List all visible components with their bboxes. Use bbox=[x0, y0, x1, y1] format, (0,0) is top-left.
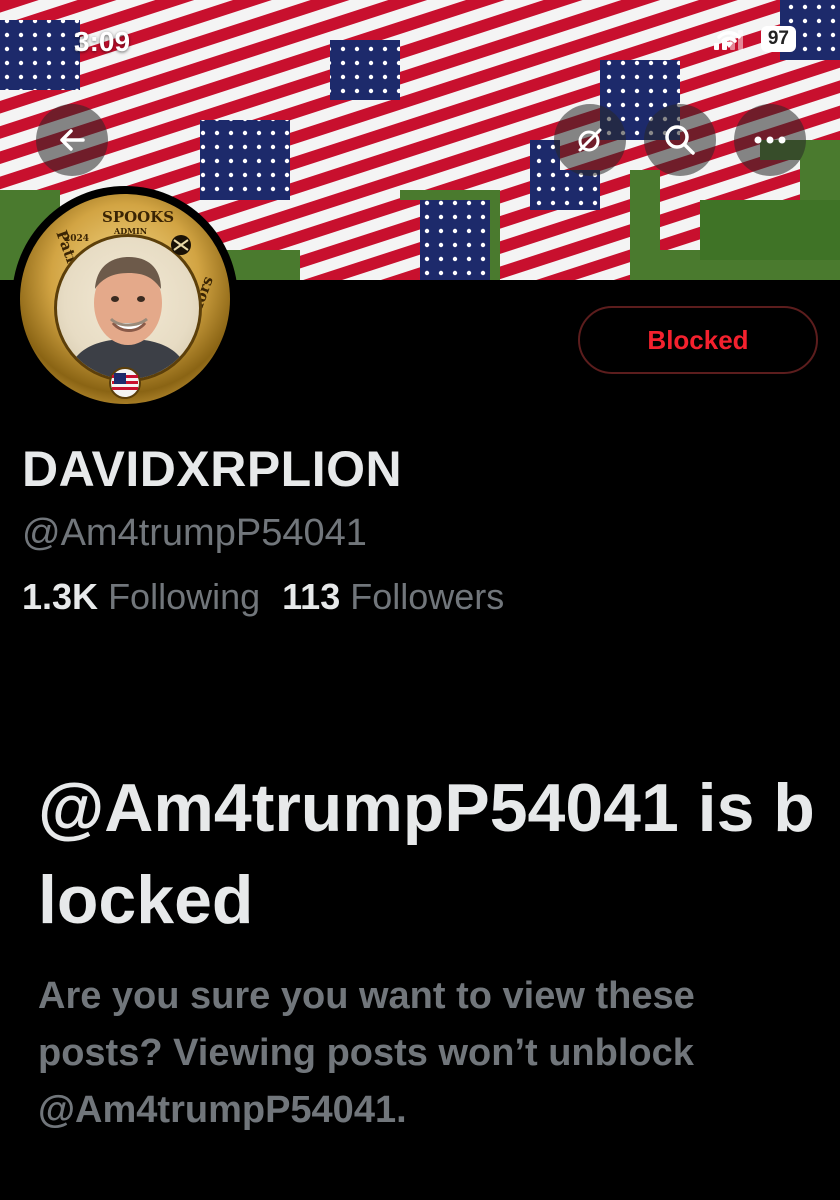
status-bar: 3:09 97 bbox=[0, 0, 840, 80]
avatar[interactable]: SPOOKS ADMIN 2024 Patriot Warriors Patri… bbox=[12, 186, 238, 412]
us-flag-badge-icon bbox=[109, 367, 141, 399]
crossed-pistols-icon bbox=[171, 235, 191, 255]
avatar-ring: SPOOKS ADMIN 2024 Patriot Warriors Patri… bbox=[20, 194, 230, 404]
following-label: Following bbox=[108, 576, 261, 617]
followers-link[interactable]: 113 Followers bbox=[282, 576, 504, 618]
search-button[interactable] bbox=[644, 104, 716, 176]
followers-label: Followers bbox=[350, 576, 505, 617]
profile-handle: @Am4trumpP54041 bbox=[22, 512, 367, 554]
search-icon bbox=[665, 125, 695, 155]
more-icon bbox=[754, 136, 786, 144]
battery-icon: 97 bbox=[760, 26, 796, 52]
display-name: DAVIDXRPLION bbox=[22, 441, 403, 497]
following-link[interactable]: 1.3K Following bbox=[22, 576, 260, 618]
back-button[interactable] bbox=[36, 104, 108, 176]
follow-stats: 1.3K Following 113 Followers bbox=[22, 576, 504, 618]
more-button[interactable] bbox=[734, 104, 806, 176]
blocked-notice-description: Are you sure you want to view these post… bbox=[38, 975, 695, 1131]
blocked-notice-title: @Am4trumpP54041 is blocked bbox=[38, 770, 815, 938]
following-count: 1.3K bbox=[22, 576, 99, 617]
avatar-ring-top-text: SPOOKS bbox=[102, 208, 175, 226]
grok-button[interactable] bbox=[554, 104, 626, 176]
avatar-photo bbox=[54, 234, 202, 382]
arrow-left-icon bbox=[60, 129, 85, 151]
grok-icon bbox=[578, 128, 602, 152]
followers-count: 113 bbox=[282, 576, 341, 617]
wifi-icon bbox=[717, 31, 741, 48]
blocked-button[interactable]: Blocked bbox=[578, 306, 818, 374]
status-time: 3:09 bbox=[74, 26, 131, 57]
